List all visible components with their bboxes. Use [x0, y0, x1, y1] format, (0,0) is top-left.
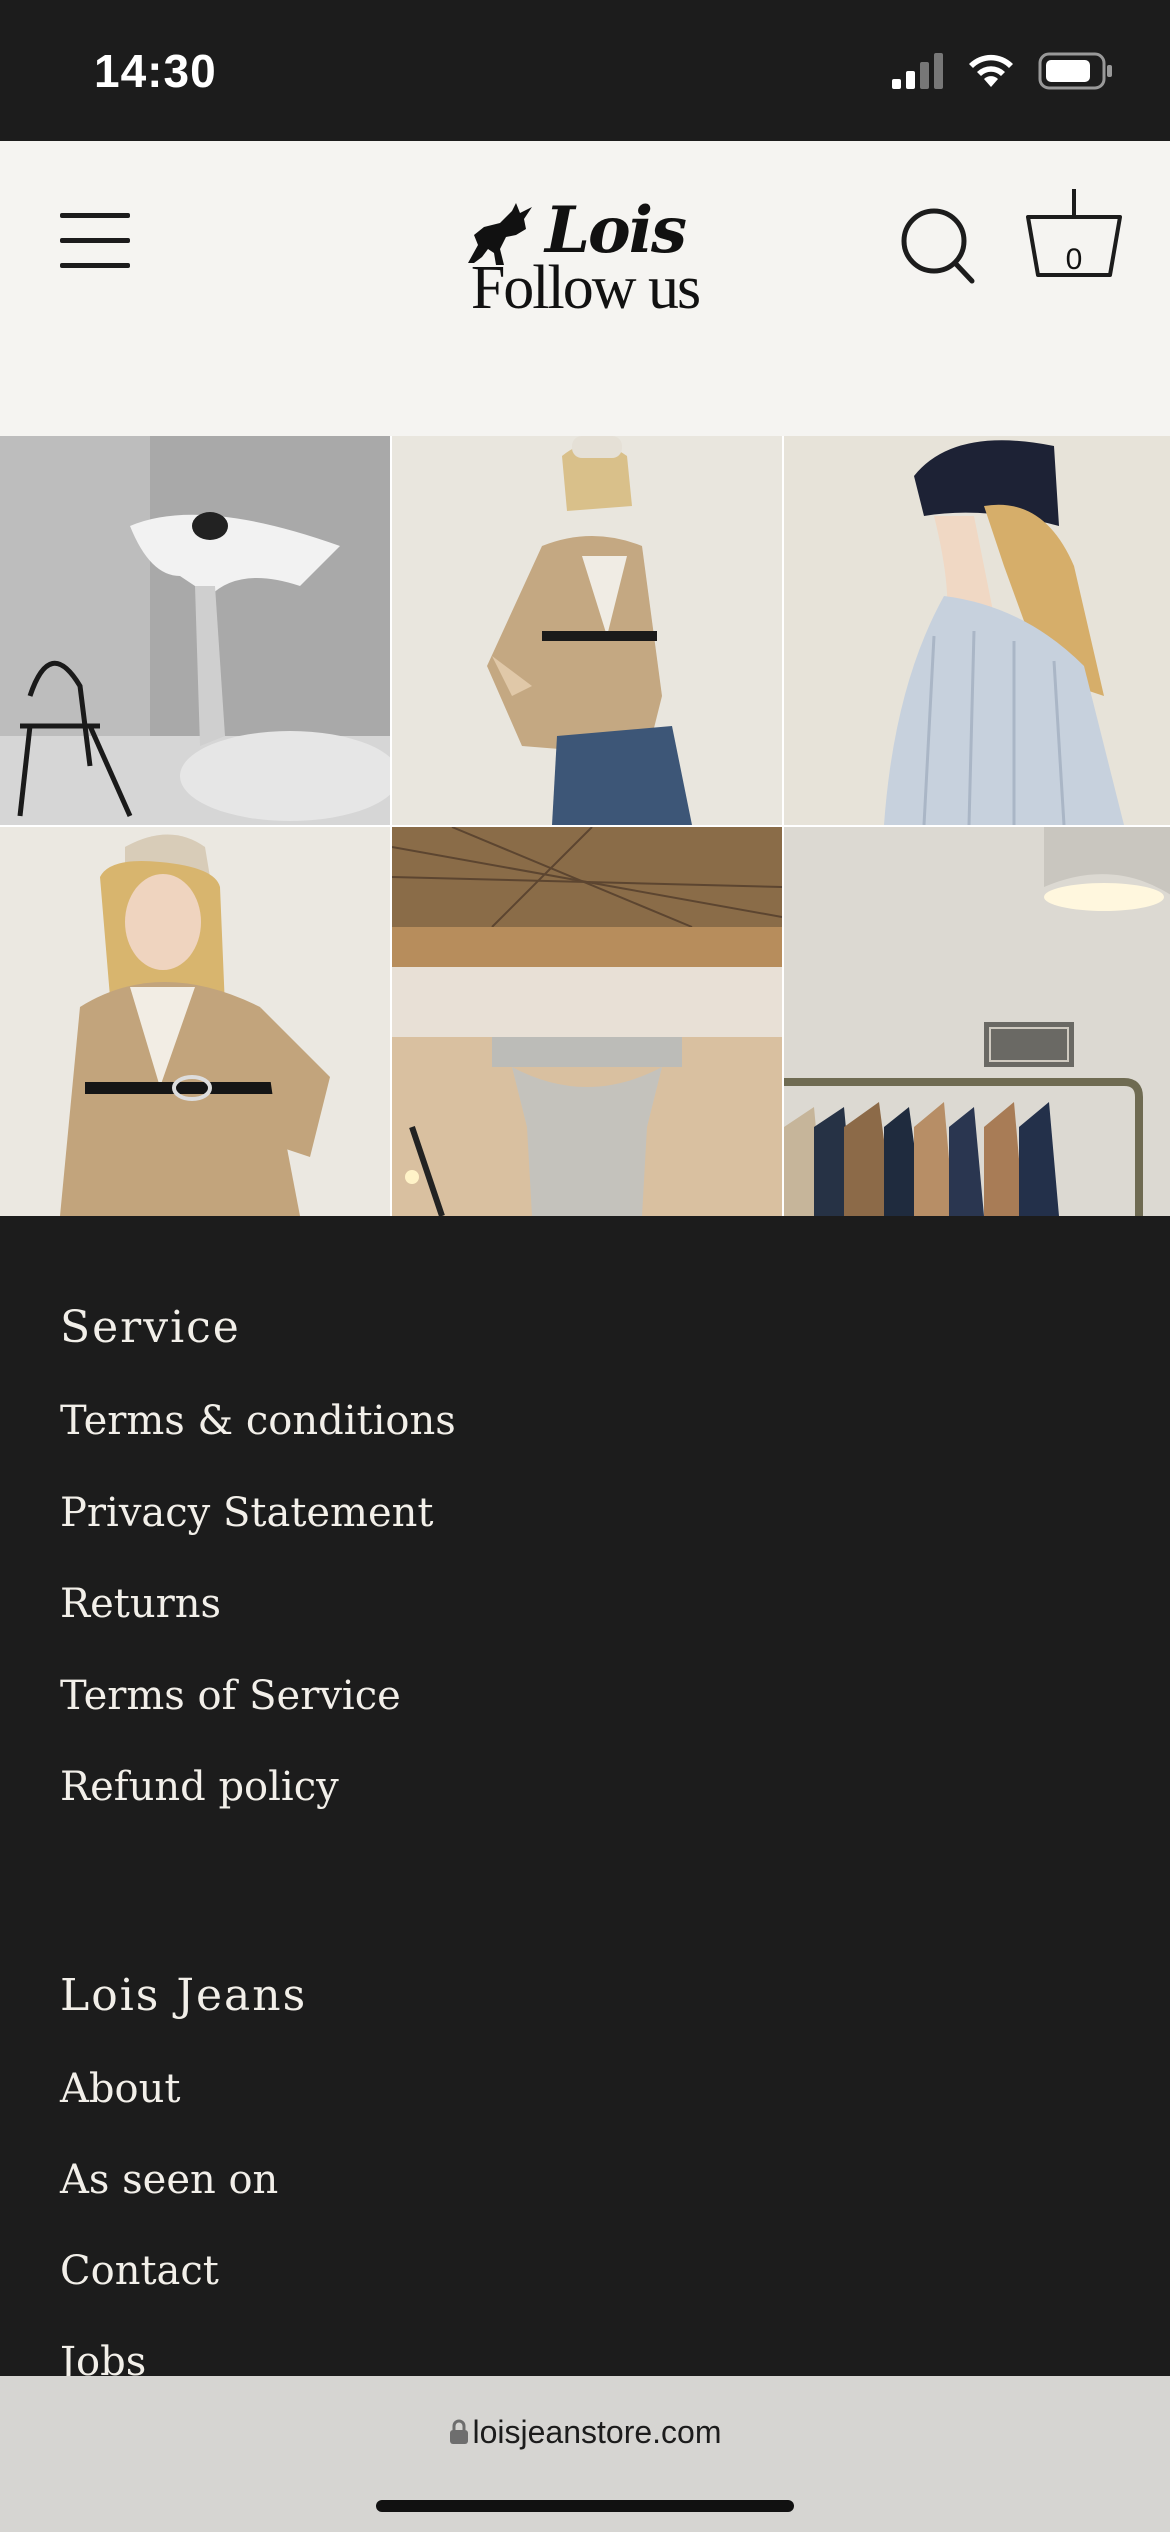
url-text: loisjeanstore.com — [472, 2414, 722, 2450]
footer-link-refund-policy[interactable]: Refund policy — [60, 1764, 339, 1810]
footer-heading-lois-jeans: Lois Jeans — [60, 1970, 308, 2021]
site-header: Lois Follow us 0 — [0, 141, 1170, 436]
footer-link-terms-of-service[interactable]: Terms of Service — [60, 1673, 401, 1719]
gallery-tile[interactable] — [784, 827, 1170, 1216]
instagram-gallery — [0, 436, 1170, 1216]
url-display[interactable]: loisjeanstore.com — [0, 2414, 1170, 2451]
logo-subtitle: Follow us — [470, 254, 701, 322]
footer-link-about[interactable]: About — [60, 2066, 180, 2112]
status-bar: 14:30 — [0, 0, 1170, 141]
menu-bar — [60, 213, 130, 218]
belted-blazer-model-photo — [0, 827, 390, 1216]
browser-url-bar[interactable]: loisjeanstore.com — [0, 2376, 1170, 2532]
cart-count: 0 — [1065, 243, 1083, 276]
footer-link-contact[interactable]: Contact — [60, 2248, 219, 2294]
gallery-tile[interactable] — [392, 436, 782, 825]
gallery-tile[interactable] — [784, 436, 1170, 825]
search-icon — [901, 208, 975, 284]
logo-wordmark: Lois — [545, 193, 687, 268]
search-button[interactable] — [900, 207, 976, 287]
footer-heading-service: Service — [60, 1302, 241, 1353]
status-time: 14:30 — [94, 45, 217, 97]
striped-shirt-beanie-photo — [784, 436, 1170, 825]
wifi-icon — [969, 54, 1013, 87]
hamburger-menu-button[interactable] — [60, 213, 130, 269]
signal-icon — [892, 53, 943, 89]
footer-link-as-seen-on[interactable]: As seen on — [60, 2157, 278, 2203]
gallery-tile[interactable] — [392, 827, 782, 1216]
gallery-tile[interactable] — [0, 827, 390, 1216]
cart-button[interactable]: 0 — [1024, 187, 1124, 287]
footer-link-privacy-statement[interactable]: Privacy Statement — [60, 1490, 434, 1536]
bw-billowing-shirt-photo — [0, 436, 390, 825]
menu-bar — [60, 263, 130, 268]
footer-link-terms-conditions[interactable]: Terms & conditions — [60, 1398, 456, 1444]
lock-icon — [449, 2419, 468, 2444]
battery-icon — [1038, 52, 1112, 90]
status-icons — [892, 52, 1114, 90]
column-interior-photo — [392, 827, 782, 1216]
site-footer: Service Terms & conditions Privacy State… — [0, 1216, 1170, 2385]
camel-blazer-model-photo — [392, 436, 782, 825]
footer-link-returns[interactable]: Returns — [60, 1581, 221, 1627]
lois-logo[interactable]: Lois Follow us — [460, 193, 710, 326]
menu-bar — [60, 238, 130, 243]
clothing-rack-photo — [784, 827, 1170, 1216]
home-indicator[interactable] — [376, 2500, 794, 2512]
gallery-tile[interactable] — [0, 436, 390, 825]
